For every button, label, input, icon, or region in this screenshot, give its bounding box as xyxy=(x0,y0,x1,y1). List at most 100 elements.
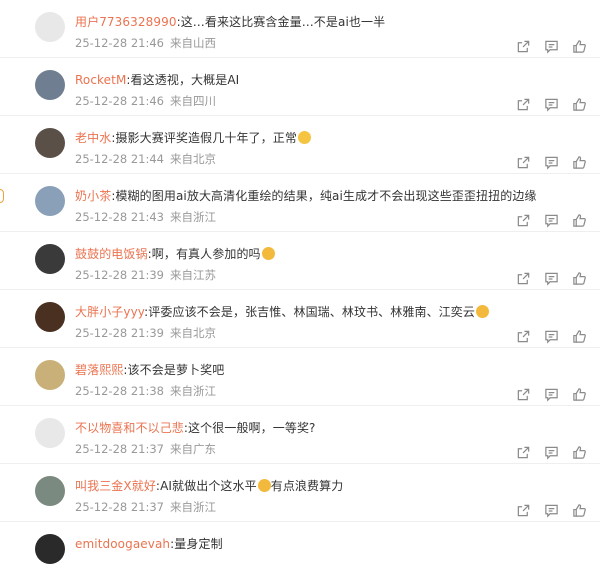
avatar[interactable] xyxy=(35,12,65,42)
smirk-emoji xyxy=(476,305,489,318)
smirk-emoji xyxy=(257,479,271,492)
avatar[interactable] xyxy=(35,186,65,216)
comment-time: 25-12-28 21:44 xyxy=(75,152,164,166)
like-icon[interactable] xyxy=(570,95,588,113)
comment-text-after: 有点浪费算力 xyxy=(270,479,344,493)
comment-time: 25-12-28 21:38 xyxy=(75,384,164,398)
username-link[interactable]: 用户7736328990 xyxy=(75,15,177,29)
username-link[interactable]: 鼓鼓的电饭锅 xyxy=(75,247,148,261)
share-icon[interactable] xyxy=(514,327,532,345)
comment-text: :这个很一般啊，一等奖? xyxy=(183,421,316,435)
share-icon[interactable] xyxy=(514,385,532,403)
comment-item: 叫我三金X就好:AI就做出个这水平 有点浪费算力 25-12-28 21:37 来自浙… xyxy=(0,464,600,522)
comment-text: :评委应该不会是，张吉惟、林国瑞、林玟书、林雅南、江奕云 xyxy=(144,305,475,319)
like-icon[interactable] xyxy=(570,153,588,171)
comment-item: 碧落熙熙:该不会是萝卜奖吧 25-12-28 21:38 来自浙江 xyxy=(0,348,600,406)
username-link[interactable]: 碧落熙熙 xyxy=(75,363,123,377)
comment-item: 不以物喜和不以己悲:这个很一般啊，一等奖? 25-12-28 21:37 来自广东 xyxy=(0,406,600,464)
comment-location: 来自四川 xyxy=(170,94,216,108)
comment-meta: 25-12-28 21:44 来自北京 xyxy=(75,151,216,167)
comment-actions xyxy=(514,153,588,171)
comment-meta: 25-12-28 21:43 来自浙江 xyxy=(75,209,216,225)
comment-body: 大胖小子yyy:评委应该不会是，张吉惟、林国瑞、林玟书、林雅南、江奕云 xyxy=(75,303,489,320)
comment-body: 鼓鼓的电饭锅:啊，有真人参加的吗 xyxy=(75,245,275,262)
reply-icon[interactable] xyxy=(542,211,560,229)
comment-location: 来自浙江 xyxy=(170,384,216,398)
share-icon[interactable] xyxy=(514,501,532,519)
share-icon[interactable] xyxy=(514,95,532,113)
like-icon[interactable] xyxy=(570,501,588,519)
comment-meta: 25-12-28 21:37 来自浙江 xyxy=(75,499,216,515)
comment-time: 25-12-28 21:39 xyxy=(75,326,164,340)
comment-actions xyxy=(514,385,588,403)
comment-location: 来自广东 xyxy=(170,442,216,456)
comment-item: RocketM:看这透视，大概是AI 25-12-28 21:46 来自四川 xyxy=(0,58,600,116)
laugh-cry-emoji xyxy=(297,131,311,144)
share-icon[interactable] xyxy=(514,37,532,55)
reply-icon[interactable] xyxy=(542,443,560,461)
reply-icon[interactable] xyxy=(542,95,560,113)
username-link[interactable]: 老中水 xyxy=(75,131,111,145)
avatar[interactable] xyxy=(35,302,65,332)
share-icon[interactable] xyxy=(514,153,532,171)
comment-actions xyxy=(514,37,588,55)
username-link[interactable]: 不以物喜和不以己悲 xyxy=(75,421,184,435)
comment-text: :啊，有真人参加的吗 xyxy=(147,247,261,261)
avatar[interactable] xyxy=(35,70,65,100)
share-icon[interactable] xyxy=(514,269,532,287)
comment-text: :摄影大赛评奖造假几十年了，正常 xyxy=(111,131,297,145)
username-link[interactable]: 奶小茶 xyxy=(75,189,111,203)
reply-icon[interactable] xyxy=(542,501,560,519)
like-icon[interactable] xyxy=(570,443,588,461)
comment-time: 25-12-28 21:39 xyxy=(75,268,164,282)
comment-location: 来自浙江 xyxy=(170,210,216,224)
comment-time: 25-12-28 21:37 xyxy=(75,442,164,456)
comment-body: 用户7736328990:这…看来这比赛含金量…不是ai也一半 xyxy=(75,13,385,30)
comment-item: 鼓鼓的电饭锅:啊，有真人参加的吗 25-12-28 21:39 来自江苏 xyxy=(0,232,600,290)
comment-actions xyxy=(514,269,588,287)
username-link[interactable]: emitdoogaevah xyxy=(75,537,170,551)
avatar[interactable] xyxy=(35,128,65,158)
reply-icon[interactable] xyxy=(542,37,560,55)
comment-body: 叫我三金X就好:AI就做出个这水平 有点浪费算力 xyxy=(75,477,343,494)
avatar[interactable] xyxy=(35,244,65,274)
like-icon[interactable] xyxy=(570,385,588,403)
reply-icon[interactable] xyxy=(542,327,560,345)
comment-text: :模糊的图用ai放大高清化重绘的结果，纯ai生成才不会出现这些歪歪扭扭的边缘 xyxy=(111,189,537,203)
username-link[interactable]: 大胖小子yyy xyxy=(75,305,144,319)
reply-icon[interactable] xyxy=(542,153,560,171)
like-icon[interactable] xyxy=(570,37,588,55)
comment-body: 老中水:摄影大赛评奖造假几十年了，正常 xyxy=(75,129,311,146)
comment-item: emitdoogaevah:量身定制 xyxy=(0,522,600,580)
comment-actions xyxy=(514,501,588,519)
comment-actions xyxy=(514,327,588,345)
avatar[interactable] xyxy=(35,418,65,448)
comment-meta: 25-12-28 21:39 来自江苏 xyxy=(75,267,216,283)
share-icon[interactable] xyxy=(514,443,532,461)
comment-text: :量身定制 xyxy=(170,537,223,551)
comment-meta: 25-12-28 21:39 来自北京 xyxy=(75,325,216,341)
comment-text: :看这透视，大概是AI xyxy=(126,73,240,87)
comment-actions xyxy=(514,443,588,461)
comment-actions xyxy=(514,95,588,113)
comment-item: 奶小茶:模糊的图用ai放大高清化重绘的结果，纯ai生成才不会出现这些歪歪扭扭的边… xyxy=(0,174,600,232)
like-icon[interactable] xyxy=(570,269,588,287)
avatar[interactable] xyxy=(35,360,65,390)
like-icon[interactable] xyxy=(570,211,588,229)
comment-item: 老中水:摄影大赛评奖造假几十年了，正常 25-12-28 21:44 来自北京 xyxy=(0,116,600,174)
share-icon[interactable] xyxy=(514,211,532,229)
comment-body: emitdoogaevah:量身定制 xyxy=(75,535,223,552)
comment-location: 来自北京 xyxy=(170,152,216,166)
like-icon[interactable] xyxy=(570,327,588,345)
comment-location: 来自山西 xyxy=(170,36,216,50)
reply-icon[interactable] xyxy=(542,269,560,287)
comment-body: RocketM:看这透视，大概是AI xyxy=(75,71,239,88)
comment-body: 碧落熙熙:该不会是萝卜奖吧 xyxy=(75,361,224,378)
reply-icon[interactable] xyxy=(542,385,560,403)
avatar[interactable] xyxy=(35,476,65,506)
comment-time: 25-12-28 21:46 xyxy=(75,36,164,50)
smirk-emoji xyxy=(261,247,275,260)
username-link[interactable]: RocketM xyxy=(75,73,126,87)
comment-item: 用户7736328990:这…看来这比赛含金量…不是ai也一半 25-12-28 … xyxy=(0,0,600,58)
username-link[interactable]: 叫我三金X就好 xyxy=(75,479,156,493)
